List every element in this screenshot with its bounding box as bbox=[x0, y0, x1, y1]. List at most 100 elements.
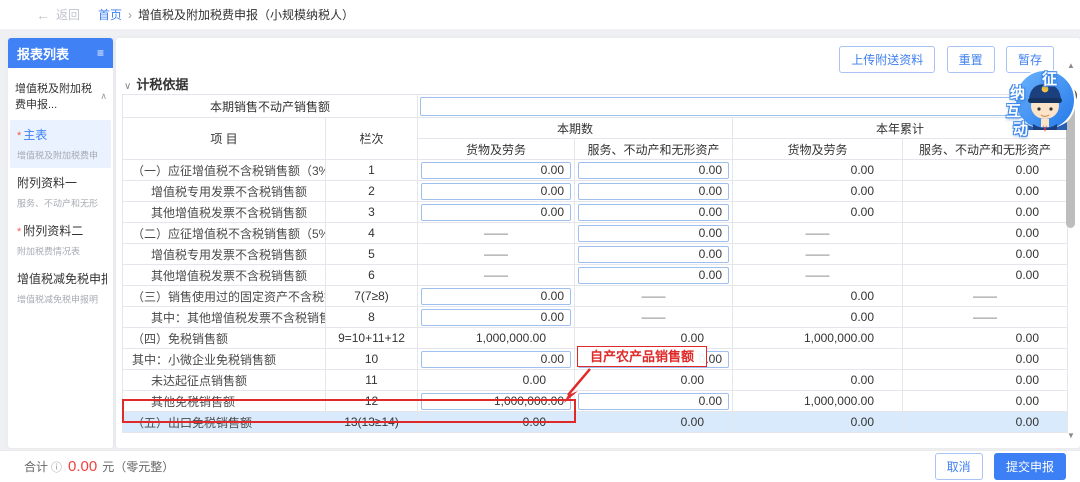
dash-cell: —— bbox=[733, 265, 903, 286]
row-column-number: 2 bbox=[326, 181, 418, 202]
value-cell: 0.00 bbox=[903, 328, 1068, 349]
value-cell: 0.00 bbox=[418, 370, 575, 391]
sidebar-item-1[interactable]: *主表增值税及附加税费申报表 bbox=[10, 120, 111, 168]
chevron-up-icon: ∧ bbox=[100, 91, 107, 102]
amount-input-r6c2[interactable] bbox=[578, 267, 729, 284]
sidebar-item-3[interactable]: *附列资料二附加税费情况表 bbox=[10, 216, 111, 264]
amount-input-r4c2[interactable] bbox=[578, 225, 729, 242]
input-cell bbox=[418, 202, 575, 223]
amount-input-r8c1[interactable] bbox=[421, 309, 571, 326]
dash-cell: —— bbox=[418, 223, 575, 244]
cancel-button[interactable]: 取消 bbox=[935, 453, 983, 480]
value-cell: 0.00 bbox=[733, 286, 903, 307]
amount-input-r10c1[interactable] bbox=[421, 351, 571, 368]
col-header-item: 项 目 bbox=[123, 118, 326, 160]
sidebar-item-2[interactable]: 附列资料一服务、不动产和无形资产扣 bbox=[10, 168, 111, 216]
sidebar-item-label: 主表 bbox=[23, 128, 47, 142]
value-cell: 0.00 bbox=[903, 412, 1068, 433]
back-link[interactable]: 返回 bbox=[56, 6, 80, 23]
row-label: 其中：其他增值税发票不含税销售额 bbox=[123, 307, 326, 328]
col-header-column: 栏次 bbox=[326, 118, 418, 160]
value-cell: 0.00 bbox=[903, 202, 1068, 223]
main-form-panel: 上传附送资料 重置 暂存 ∨计税依据 本期销售不动产销售额 项 目 栏次 bbox=[116, 38, 1080, 448]
amount-input-r7c1[interactable] bbox=[421, 288, 571, 305]
value-cell: 0.00 bbox=[733, 202, 903, 223]
reset-button[interactable]: 重置 bbox=[947, 46, 995, 73]
upload-attachment-button[interactable]: 上传附送资料 bbox=[839, 46, 935, 73]
sidebar-group-vat[interactable]: 增值税及附加税费申报... ∧ bbox=[8, 68, 113, 120]
row-label: 其他免税销售额 bbox=[123, 391, 326, 412]
total-label: 合计 bbox=[24, 458, 48, 475]
row-column-number: 10 bbox=[326, 349, 418, 370]
amount-input-r5c2[interactable] bbox=[578, 246, 729, 263]
value-cell: 0.00 bbox=[903, 370, 1068, 391]
section-caret-icon[interactable]: ∨ bbox=[124, 81, 131, 92]
row-column-number: 3 bbox=[326, 202, 418, 223]
amount-input-r3c1[interactable] bbox=[421, 204, 571, 221]
row-column-number: 13(13≥14) bbox=[326, 412, 418, 433]
table-row-4: （二）应征增值税不含税销售额（5%征收率）4————0.00 bbox=[123, 223, 1068, 244]
back-arrow-icon[interactable]: ← bbox=[36, 7, 50, 23]
mascot-char-4: 动 bbox=[1013, 118, 1028, 139]
breadcrumb-separator-icon: › bbox=[128, 8, 132, 22]
amount-input-r1c2[interactable] bbox=[578, 162, 729, 179]
value-cell: 1,000,000.00 bbox=[733, 391, 903, 412]
value-cell: 0.00 bbox=[903, 265, 1068, 286]
input-cell bbox=[575, 181, 733, 202]
row-column-number: 4 bbox=[326, 223, 418, 244]
amount-input-r12c2[interactable] bbox=[578, 393, 729, 410]
value-cell: 0.00 bbox=[418, 412, 575, 433]
dash-cell: —— bbox=[575, 286, 733, 307]
row-column-number: 11 bbox=[326, 370, 418, 391]
dash-cell: —— bbox=[733, 244, 903, 265]
value-cell: 0.00 bbox=[903, 181, 1068, 202]
input-cell bbox=[575, 265, 733, 286]
page-title: 增值税及附加税费申报（小规模纳税人） bbox=[138, 6, 354, 23]
sidebar-header: 报表列表 ≡ bbox=[8, 38, 113, 68]
amount-input-r3c2[interactable] bbox=[578, 204, 729, 221]
input-cell bbox=[418, 307, 575, 328]
value-cell: 0.00 bbox=[903, 244, 1068, 265]
amount-input-r2c1[interactable] bbox=[421, 183, 571, 200]
sidebar-item-label: 附列资料二 bbox=[23, 224, 83, 238]
footer-bar: 合计 ⓘ 0.00 元（零元整） 取消 提交申报 bbox=[0, 450, 1080, 482]
breadcrumb-home-link[interactable]: 首页 bbox=[98, 6, 122, 23]
row-label: （四）免税销售额 bbox=[123, 328, 326, 349]
row-label: （二）应征增值税不含税销售额（5%征收率） bbox=[123, 223, 326, 244]
table-row-5: 增值税专用发票不含税销售额5————0.00 bbox=[123, 244, 1068, 265]
empty-cell bbox=[733, 349, 903, 370]
col-header-services-1: 服务、不动产和无形资产 bbox=[575, 139, 733, 160]
table-row-3: 其他增值税发票不含税销售额3 0.000.00 bbox=[123, 202, 1068, 223]
sidebar-item-label: 附列资料一 bbox=[17, 176, 77, 190]
row-column-number: 6 bbox=[326, 265, 418, 286]
submit-declaration-button[interactable]: 提交申报 bbox=[994, 453, 1066, 480]
scroll-down-icon[interactable]: ▼ bbox=[1065, 430, 1077, 442]
sidebar-item-4[interactable]: 增值税减免税申报明...增值税减免税申报明细表 bbox=[10, 264, 111, 312]
col-header-goods-1: 货物及劳务 bbox=[418, 139, 575, 160]
value-cell: 0.00 bbox=[903, 160, 1068, 181]
property-sales-input[interactable] bbox=[420, 97, 1065, 116]
sidebar-collapse-icon[interactable]: ≡ bbox=[97, 46, 104, 60]
col-header-services-2: 服务、不动产和无形资产 bbox=[903, 139, 1068, 160]
value-cell: 0.00 bbox=[903, 223, 1068, 244]
row-label: 增值税专用发票不含税销售额 bbox=[123, 181, 326, 202]
tax-basis-table: 本期销售不动产销售额 项 目 栏次 本期数 本年累计 货物及劳务 服务、不动产和… bbox=[122, 94, 1069, 433]
total-unit: 元（零元整） bbox=[102, 458, 174, 475]
sidebar-title: 报表列表 bbox=[17, 44, 69, 63]
row-column-number: 12 bbox=[326, 391, 418, 412]
info-icon[interactable]: ⓘ bbox=[51, 459, 62, 475]
report-list-sidebar: 报表列表 ≡ 增值税及附加税费申报... ∧ *主表增值税及附加税费申报表附列资… bbox=[8, 38, 113, 448]
input-cell bbox=[575, 202, 733, 223]
input-cell bbox=[575, 223, 733, 244]
row-label: 增值税专用发票不含税销售额 bbox=[123, 244, 326, 265]
value-cell: 0.00 bbox=[733, 412, 903, 433]
amount-input-r1c1[interactable] bbox=[421, 162, 571, 179]
row-label: 其他增值税发票不含税销售额 bbox=[123, 202, 326, 223]
tax-interaction-mascot[interactable]: 征 纳 互 动 bbox=[1000, 62, 1080, 140]
amount-input-r12c1[interactable] bbox=[421, 393, 571, 410]
row-column-number: 1 bbox=[326, 160, 418, 181]
value-cell: 0.00 bbox=[733, 370, 903, 391]
property-sales-label: 本期销售不动产销售额 bbox=[123, 95, 418, 118]
value-cell: 0.00 bbox=[733, 160, 903, 181]
amount-input-r2c2[interactable] bbox=[578, 183, 729, 200]
